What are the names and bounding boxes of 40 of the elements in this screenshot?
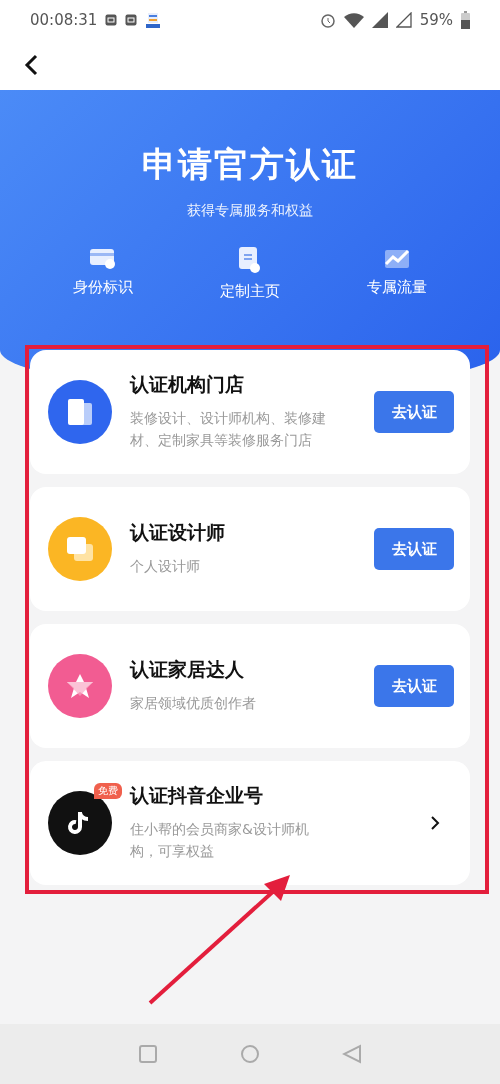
page-subtitle: 获得专属服务和权益 (187, 202, 313, 220)
page-title: 申请官方认证 (142, 143, 358, 186)
signal-icon (395, 12, 412, 28)
document-icon (238, 246, 262, 274)
card-description: 个人设计师 (130, 557, 201, 577)
card-title: 认证机构门店 (130, 372, 245, 398)
certification-card[interactable]: 认证家居达人 家居领域优质创作者 去认证 (30, 624, 470, 748)
mail-icon (125, 14, 138, 26)
certification-card[interactable]: 认证设计师 个人设计师 去认证 (30, 487, 470, 611)
benefit-label: 身份标识 (73, 278, 134, 297)
card-title: 认证家居达人 (130, 657, 245, 683)
status-time: 00:08:31 (30, 11, 98, 29)
benefit-label: 定制主页 (220, 282, 280, 301)
layers-icon (65, 535, 95, 563)
card-title: 认证设计师 (130, 520, 226, 546)
certification-card[interactable]: 免费 认证抖音企业号 住小帮的会员商家&设计师机构，可享权益 (30, 761, 470, 885)
free-badge: 免费 (94, 783, 122, 799)
card-icon (89, 246, 118, 270)
signal-icon (371, 12, 388, 28)
building-icon (66, 397, 94, 427)
mail-icon (105, 14, 118, 26)
home-icon[interactable] (240, 1044, 260, 1064)
star-icon (65, 672, 95, 700)
certification-card[interactable]: 认证机构门店 装修设计、设计师机构、装修建材、定制家具等装修服务门店 去认证 (30, 350, 470, 474)
benefit-label: 专属流量 (366, 278, 427, 297)
certify-button[interactable]: 去认证 (374, 665, 454, 707)
wifi-icon (343, 12, 364, 28)
battery-percent: 59% (419, 11, 453, 29)
recents-icon[interactable] (138, 1044, 158, 1064)
card-title: 认证抖音企业号 (130, 783, 264, 809)
certify-button[interactable]: 去认证 (374, 391, 454, 433)
card-description: 家居领域优质创作者 (130, 694, 257, 714)
back-icon[interactable] (24, 54, 38, 76)
alarm-icon (319, 12, 336, 28)
battery-icon (461, 11, 470, 29)
card-description: 装修设计、设计师机构、装修建材、定制家具等装修服务门店 (130, 409, 327, 450)
certify-button[interactable]: 去认证 (374, 528, 454, 570)
card-description: 住小帮的会员商家&设计师机构，可享权益 (130, 820, 310, 861)
app-icon (145, 11, 162, 29)
chevron-right-icon[interactable] (430, 815, 440, 831)
